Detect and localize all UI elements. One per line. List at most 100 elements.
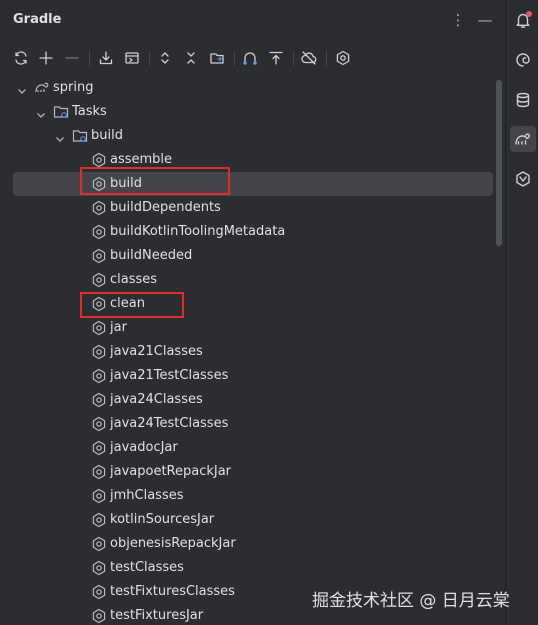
- task-gear-icon: [91, 368, 107, 384]
- task-item-label: java21TestClasses: [110, 368, 229, 383]
- chevron-down-icon[interactable]: [54, 130, 66, 142]
- task-gear-icon: [91, 464, 107, 480]
- toolbar-separator: [293, 50, 294, 66]
- task-gear-icon: [91, 584, 107, 600]
- notifications-button[interactable]: [510, 7, 536, 33]
- task-item-label: buildKotlinToolingMetadata: [110, 224, 286, 239]
- task-item-label: assemble: [110, 152, 173, 167]
- task-gear-icon: [91, 248, 107, 264]
- task-item[interactable]: clean: [0, 292, 495, 316]
- ai-assistant-button[interactable]: [510, 47, 536, 73]
- panel-header: Gradle ⋮ —: [0, 0, 505, 40]
- task-item-label: buildDependents: [110, 200, 221, 215]
- run-config-icon[interactable]: [122, 48, 142, 68]
- task-item[interactable]: buildKotlinToolingMetadata: [0, 220, 495, 244]
- reload-icon[interactable]: [11, 48, 31, 68]
- task-gear-icon: [91, 416, 107, 432]
- task-item[interactable]: testClasses: [0, 556, 495, 580]
- task-gear-icon: [91, 224, 107, 240]
- task-gear-icon: [91, 176, 107, 192]
- more-options-icon[interactable]: ⋮: [448, 10, 468, 30]
- task-item-label: java24TestClasses: [110, 416, 229, 431]
- task-gear-icon: [91, 200, 107, 216]
- database-button[interactable]: [510, 87, 536, 113]
- task-item[interactable]: java24TestClasses: [0, 412, 495, 436]
- task-item-label: javadocJar: [110, 440, 178, 455]
- collapse-all-icon[interactable]: [181, 48, 201, 68]
- project-tree: spring Tasks build assemble build buildDep…: [0, 76, 495, 625]
- ai-spiral-icon: [516, 53, 530, 67]
- task-gear-icon: [91, 272, 107, 288]
- maven-icon: [516, 171, 530, 187]
- task-gear-icon: [91, 512, 107, 528]
- task-gear-icon: [91, 488, 107, 504]
- task-item[interactable]: java21Classes: [0, 340, 495, 364]
- remove-icon[interactable]: [62, 48, 82, 68]
- task-item[interactable]: build: [0, 172, 495, 196]
- toolbar-separator: [326, 50, 327, 66]
- task-item[interactable]: classes: [0, 268, 495, 292]
- task-gear-icon: [91, 440, 107, 456]
- task-item-label: testClasses: [110, 560, 184, 575]
- task-item-label: java24Classes: [110, 392, 203, 407]
- task-item-label: clean: [110, 296, 145, 311]
- task-gear-icon: [91, 608, 107, 624]
- database-icon: [516, 92, 530, 108]
- task-item-label: jar: [110, 320, 127, 335]
- gradle-elephant-icon: [515, 133, 530, 145]
- right-tool-strip: [505, 0, 538, 625]
- maven-tool-button[interactable]: [510, 166, 536, 192]
- task-item[interactable]: java21TestClasses: [0, 364, 495, 388]
- toolbar-separator: [234, 50, 235, 66]
- download-icon[interactable]: [96, 48, 116, 68]
- minimize-icon[interactable]: —: [475, 10, 495, 30]
- expand-all-icon[interactable]: [155, 48, 175, 68]
- task-item-label: buildNeeded: [110, 248, 193, 263]
- watermark-text: 掘金技术社区 @ 日月云棠: [312, 591, 510, 611]
- task-item-label: java21Classes: [110, 344, 203, 359]
- gradle-elephant-icon: [34, 80, 50, 96]
- tree-node-build-group[interactable]: build: [0, 124, 495, 148]
- tree-node-label: build: [91, 128, 123, 143]
- task-item-label: javapoetRepackJar: [110, 464, 232, 479]
- task-item[interactable]: javadocJar: [0, 436, 495, 460]
- link-project-icon[interactable]: [207, 48, 227, 68]
- gradle-tool-button[interactable]: [510, 126, 536, 152]
- tree-node-tasks[interactable]: Tasks: [0, 100, 495, 124]
- task-item[interactable]: buildDependents: [0, 196, 495, 220]
- task-item[interactable]: jar: [0, 316, 495, 340]
- task-item-label: testFixturesClasses: [110, 584, 235, 599]
- chevron-down-icon[interactable]: [16, 82, 28, 94]
- selection-highlight: [13, 172, 493, 196]
- chevron-down-icon[interactable]: [35, 106, 47, 118]
- execute-task-icon[interactable]: [266, 48, 286, 68]
- folder-gear-icon: [72, 128, 88, 144]
- task-gear-icon: [91, 320, 107, 336]
- task-item[interactable]: java24Classes: [0, 388, 495, 412]
- dependencies-icon[interactable]: [240, 48, 260, 68]
- task-item[interactable]: objenesisRepackJar: [0, 532, 495, 556]
- task-gear-icon: [91, 392, 107, 408]
- tree-node-label: Tasks: [72, 104, 107, 119]
- add-icon[interactable]: [36, 48, 56, 68]
- task-item[interactable]: kotlinSourcesJar: [0, 508, 495, 532]
- task-item-label: jmhClasses: [110, 488, 184, 503]
- task-item[interactable]: buildNeeded: [0, 244, 495, 268]
- task-gear-icon: [91, 344, 107, 360]
- task-gear-icon: [91, 296, 107, 312]
- offline-mode-icon[interactable]: [299, 48, 319, 68]
- task-item[interactable]: javapoetRepackJar: [0, 460, 495, 484]
- panel-title: Gradle: [13, 12, 62, 27]
- scrollbar-thumb[interactable]: [496, 80, 502, 246]
- settings-icon[interactable]: [333, 48, 353, 68]
- task-item-label: objenesisRepackJar: [110, 536, 236, 551]
- folder-gear-icon: [53, 104, 69, 120]
- task-item-label: kotlinSourcesJar: [110, 512, 215, 527]
- gradle-panel: Gradle ⋮ — spring Tasks build assemble b…: [0, 0, 505, 625]
- task-item[interactable]: assemble: [0, 148, 495, 172]
- task-item-label: build: [110, 176, 142, 191]
- notification-dot: [526, 11, 532, 17]
- task-item[interactable]: jmhClasses: [0, 484, 495, 508]
- tree-node-root[interactable]: spring: [0, 76, 495, 100]
- toolbar-separator: [149, 50, 150, 66]
